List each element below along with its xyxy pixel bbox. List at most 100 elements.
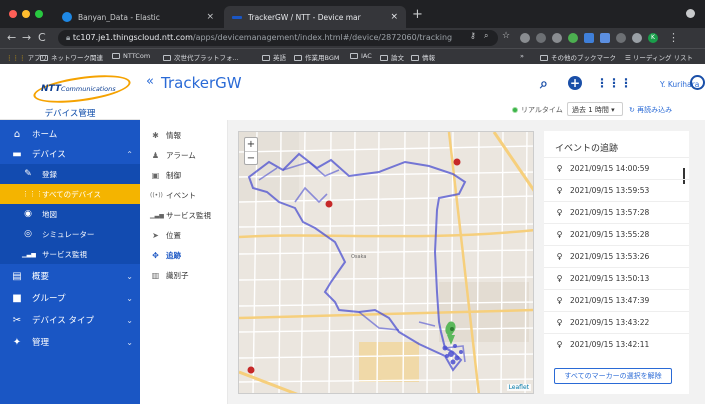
map-pin-icon: ♀	[556, 186, 563, 195]
puzzle-icon[interactable]	[632, 33, 642, 43]
sidebar-item-label: シミュレーター	[42, 229, 95, 239]
event-list-item[interactable]: ♀ 2021/09/15 13:55:28	[544, 223, 689, 245]
bookmark-folder[interactable]: 英語	[262, 52, 286, 62]
browser-tab-elastic[interactable]: Banyan_Data - Elastic ×	[54, 6, 222, 28]
app-root: NTTCommunications デバイス管理 ⌂ ホーム ▬ デバイス ⌃ …	[0, 64, 705, 404]
window-zoom-button[interactable]	[35, 10, 43, 18]
bookmark-folder[interactable]: 次世代プラットフォ...	[163, 52, 239, 62]
collapse-sidebar-icon[interactable]: «	[146, 74, 154, 89]
realtime-status-icon[interactable]	[512, 107, 518, 113]
tab-close-icon[interactable]: ×	[390, 12, 398, 22]
sidebar-item-label: 管理	[32, 338, 50, 348]
sidebar-item-home[interactable]: ⌂ ホーム	[0, 124, 140, 144]
extension-icon[interactable]	[600, 33, 610, 43]
info-icon: ✱	[152, 131, 159, 140]
sidebar-item-service-monitoring[interactable]: ▁▃▅ サービス監視	[0, 244, 140, 264]
sidebar-item-simulator[interactable]: ◎ シミュレーター	[0, 224, 140, 244]
map-pin-icon: ♀	[556, 164, 563, 173]
extension-icon[interactable]	[584, 33, 594, 43]
event-list-item[interactable]: ♀ 2021/09/15 13:42:11	[544, 333, 689, 355]
forward-arrow-icon[interactable]: →	[22, 31, 31, 44]
extension-icon[interactable]	[568, 33, 578, 43]
reading-list[interactable]: ☰ リーディング リスト	[625, 52, 693, 62]
extension-icon[interactable]	[552, 33, 562, 43]
app-switcher-grid-icon[interactable]: ⋮⋮⋮	[596, 76, 632, 90]
time-range-dropdown[interactable]: 過去 1 時間 ▾	[567, 102, 623, 116]
address-bar[interactable]: 🔒︎ tc107.je1.thingscloud.ntt.com/apps/de…	[58, 30, 498, 46]
profile-avatar-icon[interactable]: K	[648, 33, 658, 43]
ntt-communications-logo: NTTCommunications	[31, 70, 133, 108]
tab-alarm[interactable]: ♟ アラーム	[140, 146, 228, 165]
tab-service-monitoring[interactable]: ▁▃▅ サービス監視	[140, 206, 228, 225]
app-section-label: デバイス管理	[44, 109, 96, 119]
reload-button[interactable]: ↻ 再読み込み	[629, 105, 672, 115]
bookmark-overflow-icon[interactable]: »	[520, 52, 524, 60]
sidebar-item-all-devices[interactable]: ⋮⋮⋮ すべてのデバイス	[0, 184, 140, 204]
event-list-item[interactable]: ♀ 2021/09/15 13:43:22	[544, 311, 689, 333]
folder-icon	[262, 55, 270, 61]
map-pin-icon: ♀	[556, 274, 563, 283]
sidebar-item-overview[interactable]: ▤ 概要 ⌄	[0, 266, 140, 286]
device-tabs: ✱ 情報 ♟ アラーム ▣ 制御 ((•)) イベント ▁▃▅ サービス監視 ➤ 位置 ✥ 追…	[140, 120, 228, 404]
reload-icon[interactable]: C	[38, 31, 46, 44]
window-minimize-button[interactable]	[22, 10, 30, 18]
browser-tab-bar: Banyan_Data - Elastic × TrackerGW / NTT …	[0, 0, 705, 28]
user-avatar-icon[interactable]	[690, 75, 705, 90]
event-list-item[interactable]: ♀ 2021/09/15 13:50:13	[544, 267, 689, 289]
bookmark-folder[interactable]: NTTCom	[112, 52, 150, 60]
realtime-toggle[interactable]: リアルタイム	[521, 105, 563, 115]
window-close-button[interactable]	[9, 10, 17, 18]
folder-icon	[411, 55, 419, 61]
bookmark-folder[interactable]: その他のブックマーク	[540, 52, 616, 62]
zoom-out-button[interactable]: −	[245, 151, 257, 164]
event-list-item[interactable]: ♀ 2021/09/15 13:59:53	[544, 179, 689, 201]
tab-tracking[interactable]: ✥ 追跡	[140, 246, 228, 265]
sidebar-item-register[interactable]: ✎ 登録	[0, 164, 140, 184]
sidebar-item-label: グループ	[32, 294, 66, 304]
bookmark-folder[interactable]: ネットワーク関連	[40, 52, 103, 62]
extension-icon[interactable]	[520, 33, 530, 43]
bookmark-folder[interactable]: 作業用BGM	[294, 52, 340, 62]
tracking-map[interactable]: Osaka + − Leaflet	[238, 131, 534, 394]
folder-icon	[163, 55, 171, 61]
new-tab-plus-icon[interactable]: +	[412, 7, 423, 22]
tab-info[interactable]: ✱ 情報	[140, 126, 228, 145]
bookmark-folder[interactable]: 情報	[411, 52, 435, 62]
clear-marker-selection-button[interactable]: すべてのマーカーの選択を解除	[554, 368, 672, 384]
event-list-item[interactable]: ♀ 2021/09/15 13:47:39	[544, 289, 689, 311]
search-icon[interactable]: ⌕	[484, 31, 488, 41]
folder-icon: ■	[12, 292, 22, 304]
event-list-item[interactable]: ♀ 2021/09/15 14:00:59	[544, 157, 689, 179]
back-arrow-icon[interactable]: ←	[7, 31, 16, 44]
tab-location[interactable]: ➤ 位置	[140, 226, 228, 245]
sidebar-item-management[interactable]: ✦ 管理 ⌄	[0, 332, 140, 352]
zoom-in-button[interactable]: +	[245, 138, 257, 151]
sidebar-item-map[interactable]: ◉ 地図	[0, 204, 140, 224]
sidebar-item-label: すべてのデバイス	[42, 189, 101, 199]
folder-icon	[540, 55, 548, 61]
extension-icon[interactable]	[536, 33, 546, 43]
tab-control[interactable]: ▣ 制御	[140, 166, 228, 185]
extension-icon[interactable]	[616, 33, 626, 43]
star-icon[interactable]: ☆	[502, 31, 510, 41]
tab-identifiers[interactable]: ▥ 識別子	[140, 266, 228, 285]
browser-tab-trackergw[interactable]: TrackerGW / NTT - Device mar ×	[224, 6, 406, 28]
tab-events[interactable]: ((•)) イベント	[140, 186, 228, 205]
bookmark-folder[interactable]: 論文	[380, 52, 404, 62]
bar-chart-icon: ▁▃▅	[22, 250, 36, 258]
profile-icon[interactable]	[686, 9, 695, 18]
map-attribution[interactable]: Leaflet	[506, 384, 531, 391]
tab-close-icon[interactable]: ×	[206, 12, 214, 22]
sidebar-item-groups[interactable]: ■ グループ ⌄	[0, 288, 140, 308]
bookmark-folder[interactable]: IAC	[350, 52, 372, 60]
bookmarks-bar: ⋮⋮⋮ アプリ ネットワーク関連 NTTCom 次世代プラットフォ... 英語 …	[0, 48, 705, 64]
search-icon[interactable]: ⌕	[540, 76, 548, 92]
add-icon[interactable]: +	[568, 76, 582, 90]
map-canvas[interactable]: Osaka	[239, 132, 534, 394]
sidebar-item-device-types[interactable]: ✂ デバイス タイプ ⌄	[0, 310, 140, 330]
sidebar-item-devices[interactable]: ▬ デバイス ⌃	[0, 144, 140, 164]
event-list-item[interactable]: ♀ 2021/09/15 13:57:28	[544, 201, 689, 223]
key-icon[interactable]: ⚷	[470, 31, 476, 40]
event-list-item[interactable]: ♀ 2021/09/15 13:53:26	[544, 245, 689, 267]
kebab-menu-icon[interactable]: ⋮	[668, 31, 679, 44]
